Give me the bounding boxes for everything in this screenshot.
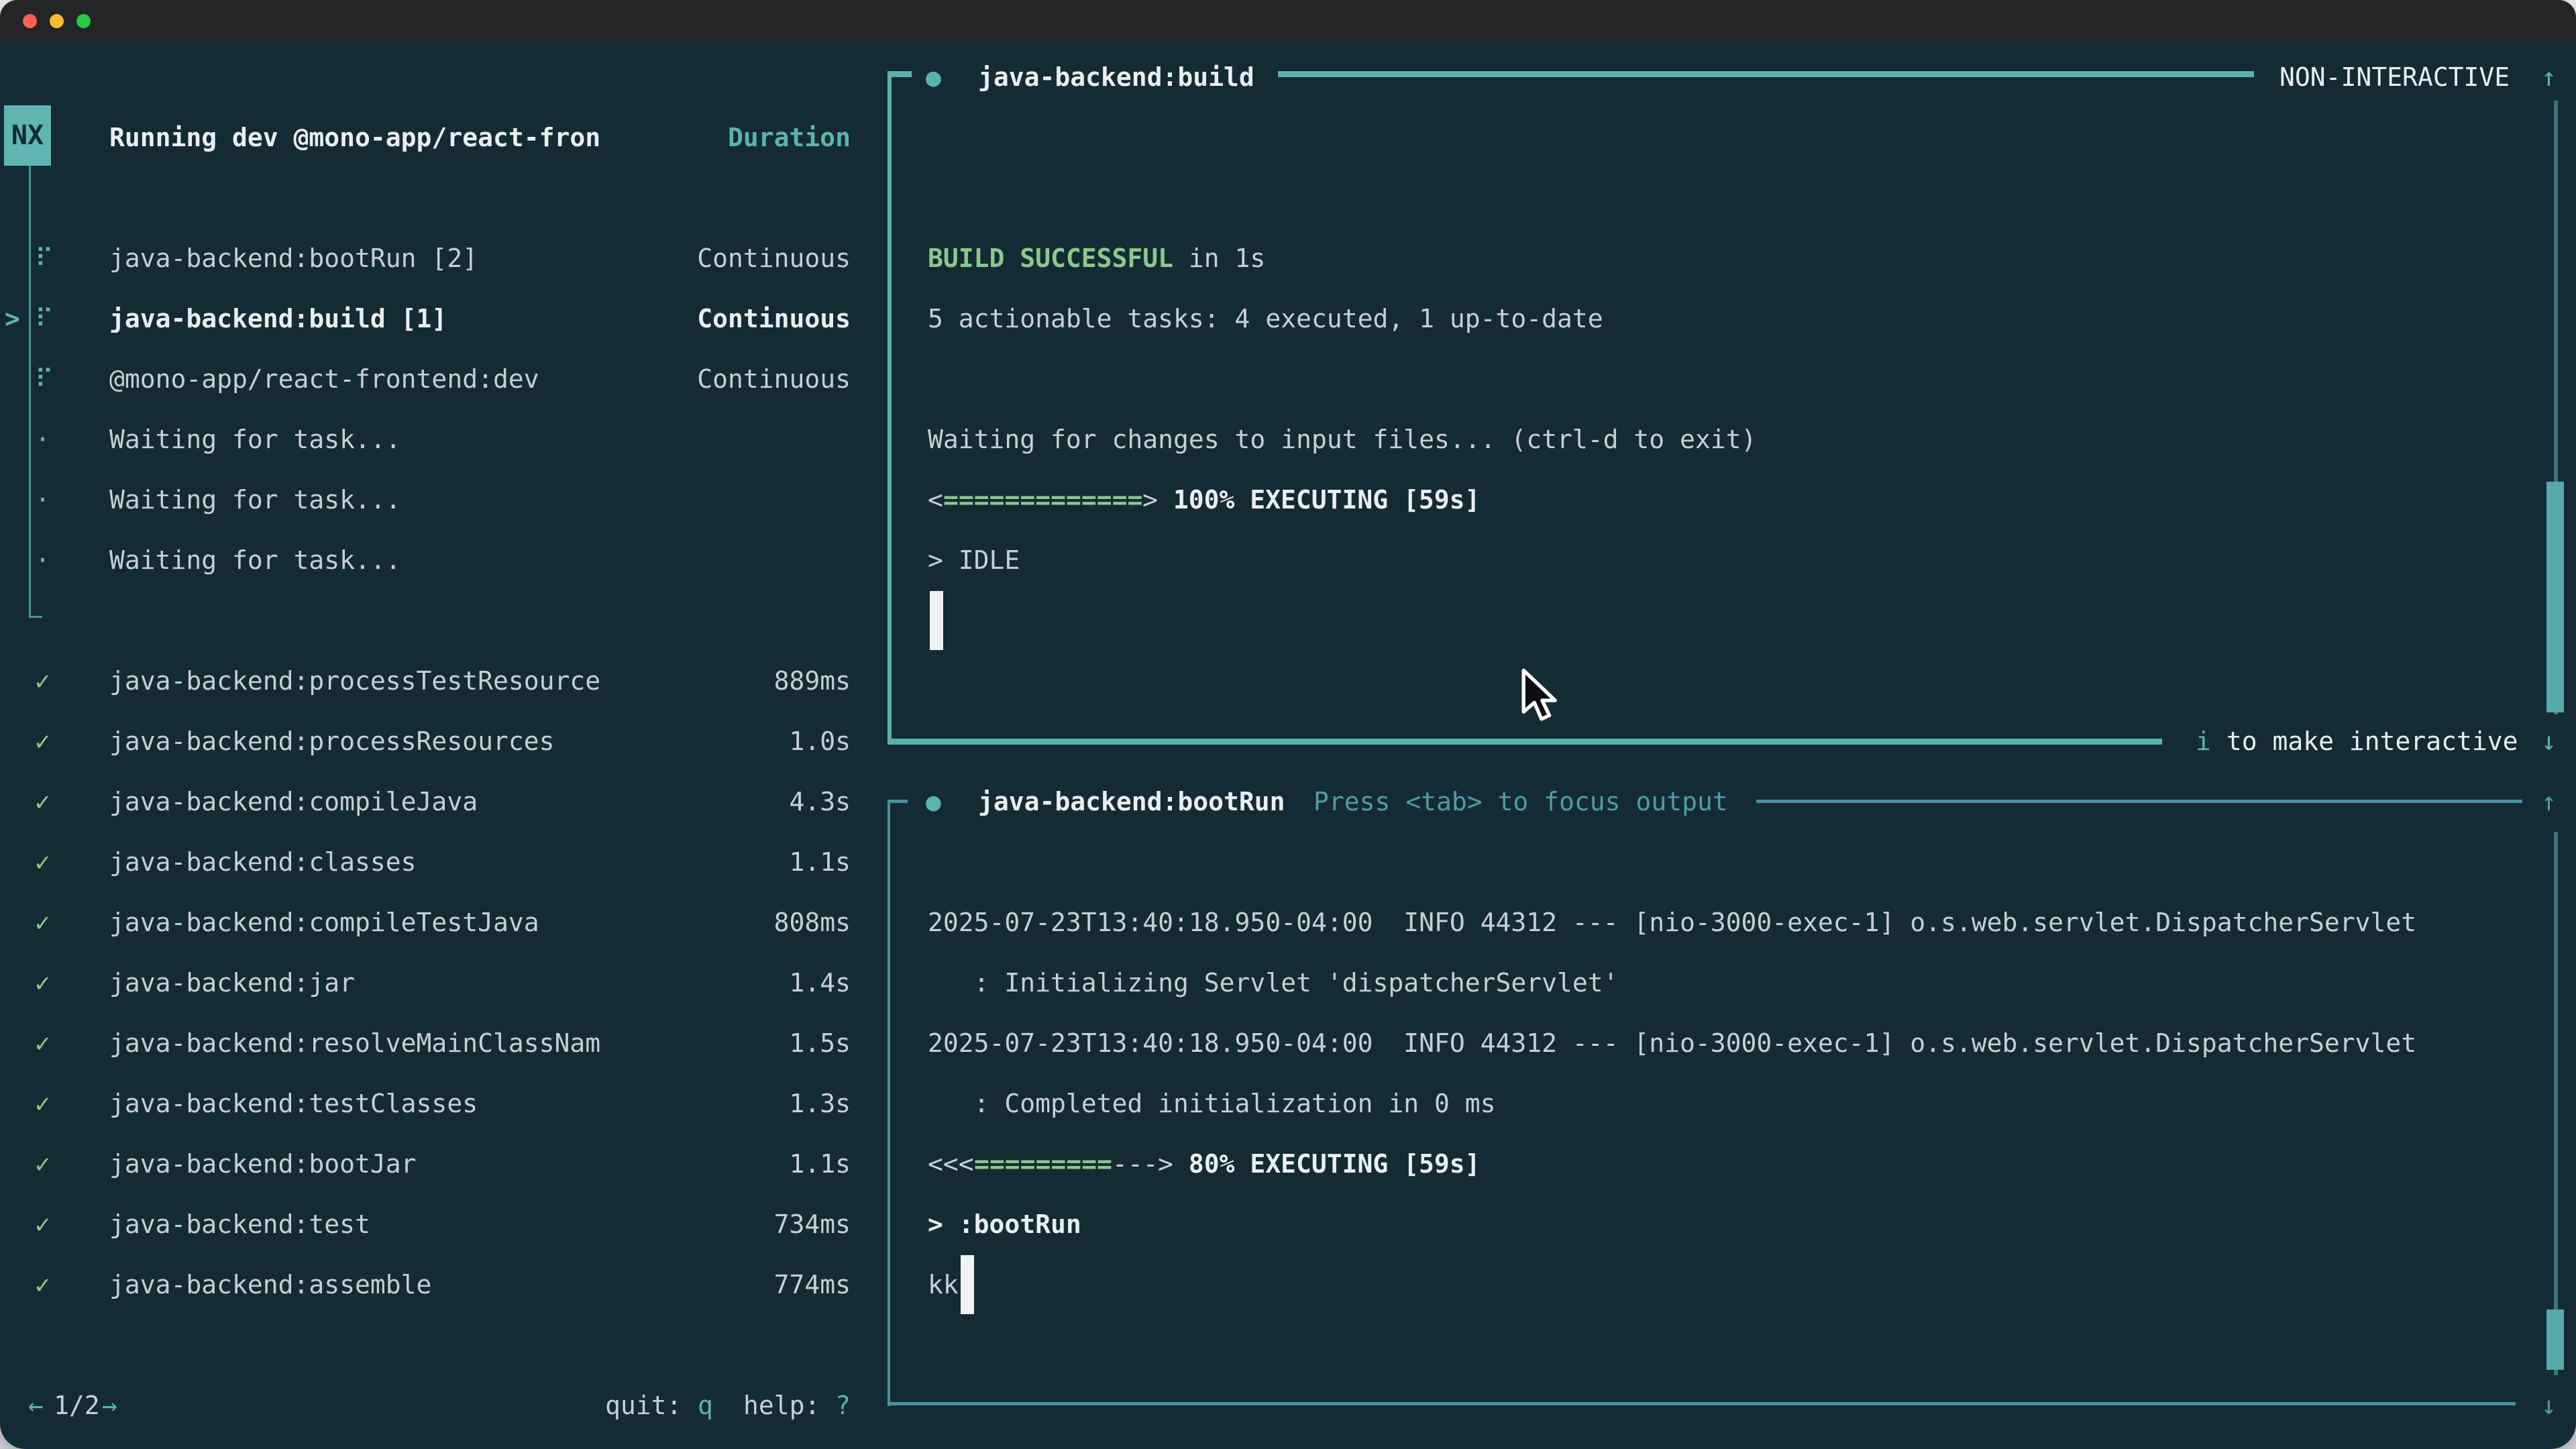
task-duration: Continuous [0, 349, 851, 409]
progress-close: > [1158, 1134, 1173, 1194]
terminal-window: NX Running dev @mono-app/react-fron Dura… [0, 0, 2576, 1449]
prompt-text: > :bootRun [928, 1194, 1081, 1254]
build-panel-border-left [888, 71, 892, 745]
close-button[interactable] [23, 14, 37, 28]
interactive-hint-key: i [2196, 711, 2211, 771]
maximize-button[interactable] [76, 14, 91, 28]
log-line: 2025-07-23T13:40:18.950-04:00 INFO 44312… [0, 1013, 2576, 1073]
build-summary-line: 5 actionable tasks: 4 executed, 1 up-to-… [0, 288, 2576, 349]
build-scroll-thumb[interactable] [2546, 482, 2564, 712]
bootrun-panel-header: ● java-backend:bootRun Press <tab> to fo… [0, 771, 2576, 832]
log-line: 2025-07-23T13:40:18.950-04:00 INFO 44312… [0, 892, 2576, 953]
sidebar-header: Running dev @mono-app/react-fron Duratio… [0, 107, 2576, 168]
build-waiting-text: Waiting for changes to input files... (c… [928, 409, 1756, 470]
progress-open: < [928, 470, 943, 530]
idle-text: > IDLE [928, 530, 1020, 590]
progress-label: 100% EXECUTING [59s] [1158, 470, 1480, 530]
bootrun-terminal-cursor[interactable] [961, 1255, 974, 1314]
progress-bar-fill: ============= [943, 470, 1142, 530]
completed-task-row[interactable]: ✓ java-backend:processTestResource 889ms [0, 651, 2576, 711]
scroll-up-icon: ↑ [2541, 771, 2557, 832]
bootrun-panel-title: java-backend:bootRun [978, 771, 1285, 832]
scroll-down-icon: ↓ [2541, 711, 2557, 771]
scroll-down-icon: ↓ [2541, 1375, 2557, 1436]
bootrun-scroll-track [2554, 832, 2558, 1375]
progress-moved: <<< [928, 1134, 974, 1194]
panel-dot-icon: ● [926, 771, 941, 832]
bootrun-panel-footer: ↓ [0, 1375, 2576, 1436]
progress-label: 80% EXECUTING [59s] [1173, 1134, 1481, 1194]
duration-column-header: Duration [0, 107, 851, 168]
build-summary: 5 actionable tasks: 4 executed, 1 up-to-… [928, 288, 1603, 349]
build-idle-line: > IDLE [0, 530, 2576, 590]
build-status: BUILD SUCCESSFUL [928, 228, 1173, 288]
build-status-line: BUILD SUCCESSFUL in 1s [0, 228, 2576, 288]
log-text: : Initializing Servlet 'dispatcherServle… [928, 953, 1619, 1013]
progress-dashes: --- [1112, 1134, 1159, 1194]
build-panel-header: ● java-backend:build NON-INTERACTIVE ↑ [0, 47, 2576, 107]
build-panel-title: java-backend:build [978, 47, 1254, 107]
minimize-button[interactable] [50, 14, 64, 28]
log-line: : Completed initialization in 0 ms [0, 1073, 2576, 1134]
bootrun-scroll-thumb[interactable] [2546, 1309, 2564, 1370]
build-progress-line: < ============= > 100% EXECUTING [59s] [0, 470, 2576, 530]
titlebar [0, 0, 2576, 42]
interactive-hint-text: to make interactive [2211, 711, 2518, 771]
typed-input: kk [928, 1254, 959, 1315]
completed-task-row[interactable]: ✓ java-backend:classes 1.1s [0, 832, 2576, 892]
bootrun-input-line[interactable]: kk [0, 1254, 2576, 1315]
log-line: : Initializing Servlet 'dispatcherServle… [0, 953, 2576, 1013]
task-duration: 1.1s [0, 832, 851, 892]
log-text: : Completed initialization in 0 ms [928, 1073, 1495, 1134]
task-duration: 889ms [0, 651, 851, 711]
build-panel-mode-badge: NON-INTERACTIVE [2279, 47, 2510, 107]
tree-line-corner [29, 616, 42, 618]
mouse-cursor-icon [1517, 667, 1558, 721]
progress-bar-fill: ========= [974, 1134, 1112, 1194]
build-panel-footer: i to make interactive ↓ [0, 711, 2576, 771]
bootrun-progress-line: <<< ========= --- > 80% EXECUTING [59s] [0, 1134, 2576, 1194]
progress-close: > [1142, 470, 1158, 530]
build-waiting-line: Waiting for changes to input files... (c… [0, 409, 2576, 470]
panel-dot-icon: ● [926, 47, 941, 107]
focus-output-hint: Press <tab> to focus output [1313, 771, 1728, 832]
log-text: 2025-07-23T13:40:18.950-04:00 INFO 44312… [928, 1013, 2416, 1073]
bootrun-prompt-line: > :bootRun [0, 1194, 2576, 1254]
task-row-frontend-dev[interactable]: ⠏ @mono-app/react-frontend:dev Continuou… [0, 349, 2576, 409]
build-terminal-cursor[interactable] [930, 591, 943, 650]
log-text: 2025-07-23T13:40:18.950-04:00 INFO 44312… [928, 892, 2416, 953]
screenshot: NX Running dev @mono-app/react-fron Dura… [0, 0, 2576, 1449]
scroll-up-icon: ↑ [2541, 47, 2557, 107]
build-status-suffix: in 1s [1173, 228, 1265, 288]
